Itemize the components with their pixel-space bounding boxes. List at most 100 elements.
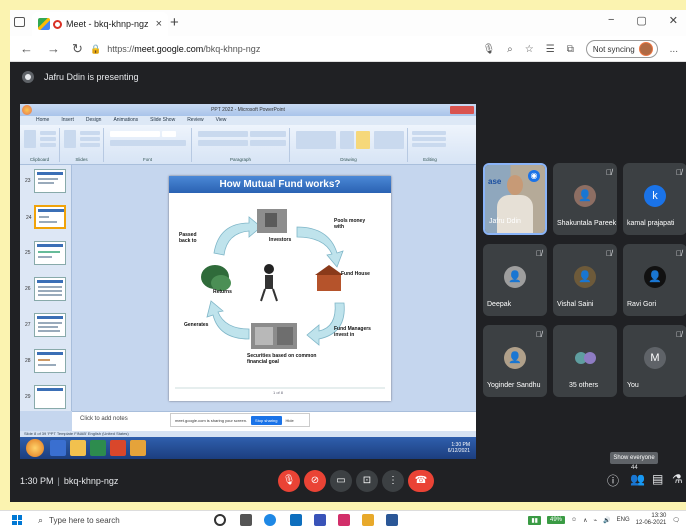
shapes-gallery[interactable] xyxy=(296,131,336,149)
meeting-details-icon[interactable]: ⓘ xyxy=(607,472,619,489)
favorite-star-icon[interactable]: ☆ xyxy=(525,44,534,55)
ppt-tab[interactable]: Animations xyxy=(113,116,138,125)
word-icon[interactable] xyxy=(386,514,398,526)
language-indicator[interactable]: ENG xyxy=(617,517,630,523)
new-slide-icon[interactable] xyxy=(64,130,76,148)
find-icon[interactable] xyxy=(412,131,446,135)
new-tab-button[interactable]: + xyxy=(170,14,179,31)
edge-icon[interactable] xyxy=(264,514,276,526)
participant-tile[interactable]: 🎙̸ M You xyxy=(623,325,686,397)
cut-icon[interactable] xyxy=(40,131,56,135)
layout-icon[interactable] xyxy=(80,131,100,135)
camera-toggle-button[interactable]: ⊘ xyxy=(304,470,326,492)
ppt-tab[interactable]: Design xyxy=(86,116,102,125)
notifications-icon[interactable]: 🗨 xyxy=(672,517,680,524)
taskbar-search[interactable]: ⌕ Type here to search xyxy=(38,513,188,527)
ppt-tab[interactable]: Home xyxy=(36,116,49,125)
file-explorer-icon[interactable] xyxy=(362,514,374,526)
shape-fill-outline[interactable] xyxy=(374,131,404,149)
align-buttons[interactable] xyxy=(198,140,248,146)
store-icon[interactable] xyxy=(290,514,302,526)
taskbar-clock[interactable]: 13:30 12-06-2021 xyxy=(636,513,667,527)
participant-tile[interactable]: 🎙̸ 👤 Deepak xyxy=(483,244,547,316)
collections-icon[interactable]: ⧉ xyxy=(567,44,574,55)
zoom-icon[interactable]: ⌕ xyxy=(507,44,513,55)
more-options-button[interactable]: ⋮ xyxy=(382,470,404,492)
quick-styles-icon[interactable] xyxy=(356,131,370,149)
more-menu-icon[interactable]: ... xyxy=(670,44,678,55)
copy-icon[interactable] xyxy=(40,137,56,141)
close-window-button[interactable]: ✕ xyxy=(669,14,678,27)
chat-icon[interactable]: ▤ xyxy=(652,472,663,486)
mic-permission-icon[interactable]: 🎙 xyxy=(482,44,495,55)
slide-canvas[interactable]: How Mutual Fund works? Passed back to In… xyxy=(72,165,476,411)
favorites-icon[interactable]: ☰ xyxy=(546,44,555,55)
ppt-tab[interactable]: View xyxy=(216,116,227,125)
forward-arrow-icon[interactable]: → xyxy=(47,41,60,56)
slide-thumb[interactable]: 26 xyxy=(25,277,66,301)
stop-sharing-button[interactable]: Stop sharing xyxy=(251,415,282,425)
task-view-icon[interactable] xyxy=(240,514,252,526)
participant-tile[interactable]: 🎙̸ 👤 Yoginder Sandhu xyxy=(483,325,547,397)
slide-thumb[interactable]: 25 xyxy=(25,241,66,265)
captions-button[interactable]: ▭ xyxy=(330,470,352,492)
app-icon[interactable] xyxy=(338,514,350,526)
others-tile[interactable]: 35 others xyxy=(553,325,617,397)
participant-tile[interactable]: 🎙̸ 👤 Ravi Gori xyxy=(623,244,686,316)
slide-thumb[interactable]: 28 xyxy=(25,349,66,373)
people-icon[interactable]: 👥 xyxy=(630,472,645,486)
url-field[interactable]: 🔒 https://meet.google.com/bkq-khnp-ngz xyxy=(90,40,510,58)
volume-icon[interactable]: 🔊 xyxy=(603,517,610,524)
smartart-button[interactable] xyxy=(250,140,286,146)
profile-button[interactable]: Not syncing xyxy=(585,40,658,58)
ppt-window-controls[interactable] xyxy=(450,106,474,114)
slide-thumbnails[interactable]: 23 24 25 26 27 28 29 xyxy=(20,165,72,411)
slide-thumb[interactable]: 29 xyxy=(25,385,66,409)
font-format-buttons[interactable] xyxy=(110,140,186,146)
participant-tile[interactable]: 🎙̸ k kamal prajapati xyxy=(623,163,686,235)
slide-thumb[interactable]: 23 xyxy=(25,169,66,193)
people-tray-icon[interactable]: ☺ xyxy=(571,517,577,523)
network-icon[interactable]: ⌁ xyxy=(594,517,598,524)
font-size-select[interactable] xyxy=(162,131,176,137)
list-buttons[interactable] xyxy=(198,131,248,137)
chevron-up-icon[interactable]: ∧ xyxy=(583,517,587,524)
text-direction-button[interactable] xyxy=(250,131,286,137)
participant-tile[interactable]: 🎙̸ 👤 Shakuntala Pareek xyxy=(553,163,617,235)
battery-badge[interactable]: 49% xyxy=(546,516,565,524)
participant-tile[interactable]: 🎙̸ 👤 Vishal Saini xyxy=(553,244,617,316)
format-painter-icon[interactable] xyxy=(40,143,56,147)
slide-thumb[interactable]: 27 xyxy=(25,313,66,337)
paste-icon[interactable] xyxy=(24,130,36,148)
activities-icon[interactable]: ⚗ xyxy=(672,472,683,486)
delete-slide-icon[interactable] xyxy=(80,143,100,147)
ppt-tab[interactable]: Review xyxy=(187,116,203,125)
ppt-tab[interactable]: Insert xyxy=(61,116,74,125)
tab-close-icon[interactable]: × xyxy=(156,18,162,30)
shared-screen[interactable]: PPT 2022 - Microsoft PowerPoint Home Ins… xyxy=(20,104,476,459)
mic-off-icon: 🎙̸ xyxy=(536,249,542,258)
ppt-tab[interactable]: Slide Show xyxy=(150,116,175,125)
office-button-icon[interactable] xyxy=(22,105,32,115)
windows-start-icon[interactable] xyxy=(12,515,22,525)
cortana-icon[interactable] xyxy=(214,514,226,526)
refresh-icon[interactable]: ↻ xyxy=(72,41,83,57)
slide-thumb[interactable]: 24 xyxy=(26,205,66,229)
tray-app-icon[interactable]: ▮▮ xyxy=(528,515,541,525)
tab-actions-icon[interactable] xyxy=(14,17,25,27)
font-name-select[interactable] xyxy=(110,131,160,137)
maximize-button[interactable]: ▢ xyxy=(636,14,646,27)
leave-call-button[interactable]: ☎ xyxy=(408,470,434,492)
reset-icon[interactable] xyxy=(80,137,100,141)
arrange-icon[interactable] xyxy=(340,131,354,149)
select-icon[interactable] xyxy=(412,143,446,147)
participant-tile[interactable]: ase ◉ Jafru Ddin xyxy=(483,163,547,235)
present-button[interactable]: ⊡ xyxy=(356,470,378,492)
minimize-button[interactable]: − xyxy=(608,14,614,27)
replace-icon[interactable] xyxy=(412,137,446,141)
browser-tab[interactable]: Meet - bkq-khnp-ngz × xyxy=(32,12,168,36)
app-icon[interactable] xyxy=(314,514,326,526)
hide-banner-button[interactable]: Hide xyxy=(286,418,294,423)
mic-toggle-button[interactable]: 🎙 xyxy=(278,470,300,492)
back-arrow-icon[interactable]: ← xyxy=(20,41,33,56)
